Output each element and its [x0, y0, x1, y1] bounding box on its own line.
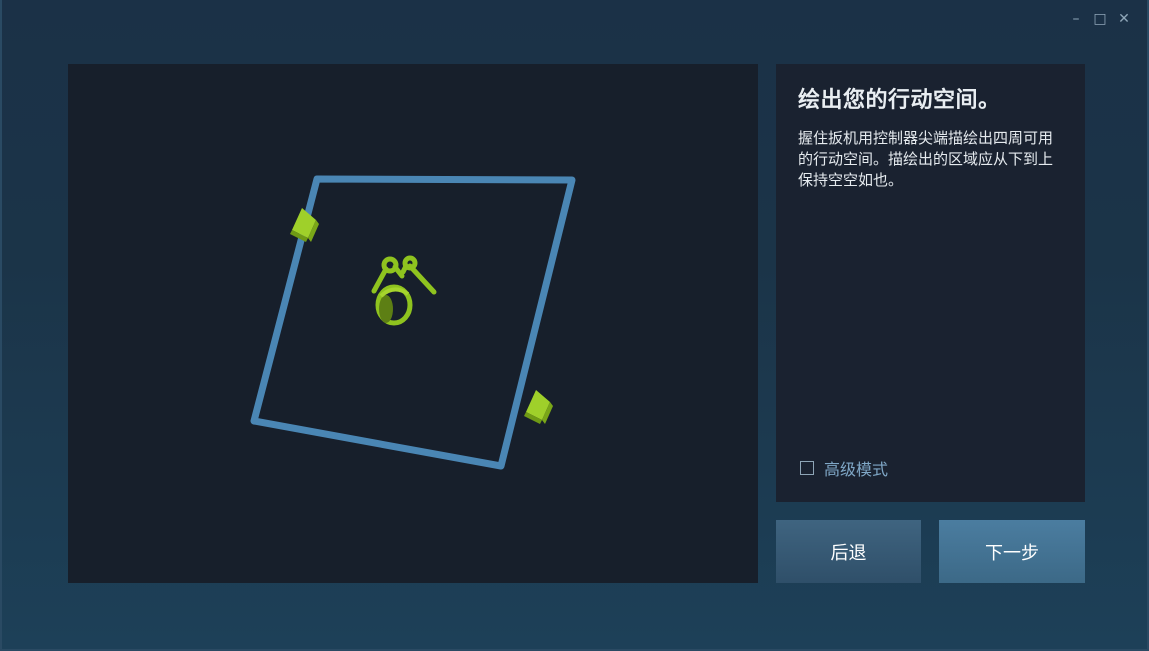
maximize-icon[interactable]: □	[1093, 12, 1107, 26]
advanced-mode-toggle[interactable]: 高级模式	[800, 456, 888, 480]
headset-icon	[375, 284, 413, 326]
close-icon[interactable]: ✕	[1117, 12, 1131, 26]
play-area-scene	[250, 175, 576, 470]
play-area-viewport	[68, 64, 758, 583]
base-station-icon	[524, 390, 553, 424]
advanced-mode-checkbox[interactable]	[800, 461, 814, 475]
steamvr-room-setup-window: – □ ✕ 绘出您的行动空间。 握住扳机用控制器尖端描绘出四周可用的行动空间。描…	[0, 0, 1149, 651]
next-button[interactable]: 下一步	[939, 520, 1085, 583]
back-button[interactable]: 后退	[776, 520, 921, 583]
instruction-panel: 绘出您的行动空间。 握住扳机用控制器尖端描绘出四周可用的行动空间。描绘出的区域应…	[776, 64, 1085, 502]
window-controls: – □ ✕	[1069, 12, 1131, 26]
advanced-mode-label[interactable]: 高级模式	[824, 456, 888, 480]
panel-title: 绘出您的行动空间。	[798, 88, 1001, 113]
base-station-icon	[290, 208, 319, 242]
controller-icon	[400, 255, 437, 295]
panel-description: 握住扳机用控制器尖端描绘出四周可用的行动空间。描绘出的区域应从下到上保持空空如也…	[798, 129, 1054, 189]
minimize-icon[interactable]: –	[1069, 12, 1083, 26]
